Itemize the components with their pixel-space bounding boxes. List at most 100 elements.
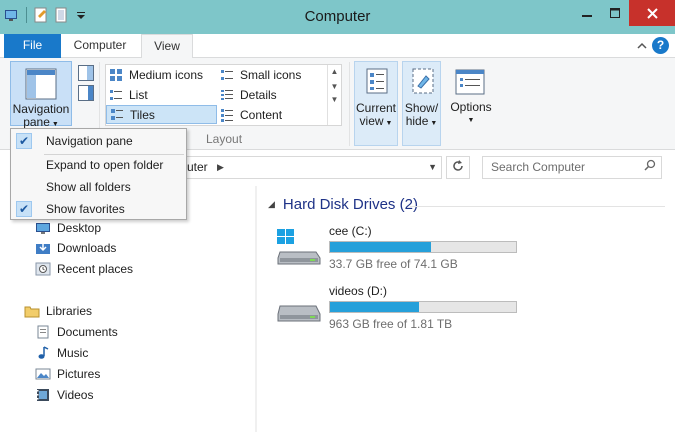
content-label: Content <box>240 107 283 122</box>
drive-tile[interactable]: cee (C:) 33.7 GB free of 74.1 GB <box>276 224 536 278</box>
gallery-expand-icon[interactable]: ▼ <box>328 95 341 104</box>
layout-tiles[interactable]: Tiles <box>106 105 217 124</box>
small-icons-icon <box>221 69 233 80</box>
nav-label-downloads: Downloads <box>57 241 117 255</box>
tiles-label: Tiles <box>130 107 155 122</box>
navigation-pane-menu: ✔ Navigation pane Expand to open folder … <box>10 128 187 220</box>
desktop-icon <box>36 223 50 234</box>
group-divider <box>410 206 665 207</box>
hard-drive-windows-icon <box>277 229 321 265</box>
close-button[interactable] <box>629 0 675 26</box>
options-label: Options ▼ <box>446 101 496 127</box>
content-icon <box>221 108 233 122</box>
documents-icon <box>37 325 49 339</box>
tab-view[interactable]: View <box>141 34 193 59</box>
maximize-button[interactable] <box>601 0 629 26</box>
address-path: uter <box>187 160 208 174</box>
libraries-icon <box>24 306 40 318</box>
nav-item-pictures[interactable]: Pictures <box>35 364 100 384</box>
minimize-button[interactable] <box>573 0 601 26</box>
menu-label-show-favorites: Show favorites <box>46 202 125 216</box>
checkmark-icon: ✔ <box>16 133 32 149</box>
menu-item-navigation-pane[interactable]: ✔ Navigation pane <box>11 130 186 152</box>
nav-item-desktop[interactable]: Desktop <box>35 218 101 238</box>
menu-item-show-favorites[interactable]: ✔ Show favorites <box>11 198 186 220</box>
gallery-up-arrow-icon[interactable]: ▲ <box>328 67 341 76</box>
details-label: Details <box>240 87 277 102</box>
show-hide-button[interactable]: Show/ hide ▼ <box>402 61 441 146</box>
layout-gallery: Medium icons Small icons List Details Ti… <box>105 64 342 126</box>
address-bar[interactable]: uter ▶ ▼ <box>186 156 442 179</box>
pictures-icon <box>35 368 51 380</box>
new-folder-icon[interactable] <box>53 7 69 23</box>
layout-group-label: Layout <box>206 132 243 146</box>
navigation-pane-button[interactable]: Navigation pane ▼ <box>10 61 72 129</box>
nav-item-recent-places[interactable]: Recent places <box>35 259 133 279</box>
show-hide-label: Show/ hide ▼ <box>403 102 440 130</box>
drive-name: cee (C:) <box>329 224 372 238</box>
options-line1: Options <box>450 100 492 114</box>
quick-access-toolbar <box>4 7 89 23</box>
hard-drive-icon <box>277 305 321 322</box>
tiles-icon <box>111 108 123 120</box>
layout-content[interactable]: Content <box>217 105 327 124</box>
nav-label-videos: Videos <box>57 388 94 402</box>
toolbar-separator <box>26 7 27 23</box>
search-icon[interactable] <box>644 157 656 178</box>
nav-item-downloads[interactable]: Downloads <box>35 238 116 258</box>
group-header[interactable]: ◢ Hard Disk Drives (2) <box>268 196 418 213</box>
nav-item-music[interactable]: Music <box>35 343 88 363</box>
minimize-ribbon-icon[interactable] <box>637 38 647 53</box>
content-area: ◢ Hard Disk Drives (2) cee (C:) 33.7 GB … <box>260 186 675 432</box>
current-view-line2: view ▼ <box>359 114 393 128</box>
menu-label-show-all-folders: Show all folders <box>46 180 131 194</box>
layout-gallery-scroll[interactable]: ▲ ▼ ▼ <box>327 65 341 125</box>
videos-icon <box>37 389 49 401</box>
nav-label-documents: Documents <box>57 325 118 339</box>
drive-free-space: 33.7 GB free of 74.1 GB <box>329 257 458 271</box>
nav-item-libraries[interactable]: Libraries <box>24 301 92 321</box>
medium-icons-label: Medium icons <box>129 67 204 82</box>
refresh-button[interactable] <box>446 156 470 179</box>
drive-usage-fill <box>330 242 432 252</box>
menu-item-expand-to-open-folder[interactable]: Expand to open folder <box>11 154 186 176</box>
gallery-down-arrow-icon[interactable]: ▼ <box>328 82 341 91</box>
nav-label-pictures: Pictures <box>57 367 101 381</box>
options-dropdown-icon: ▼ <box>467 117 475 124</box>
show-hide-line2-text: hide <box>405 114 429 128</box>
chevron-right-icon[interactable]: ▶ <box>217 157 224 178</box>
layout-details[interactable]: Details <box>217 85 327 104</box>
tab-computer[interactable]: Computer <box>64 34 136 58</box>
system-menu-icon[interactable] <box>4 7 20 23</box>
details-pane-icon[interactable] <box>76 84 96 102</box>
layout-list[interactable]: List <box>106 85 216 104</box>
nav-label-music: Music <box>57 346 89 360</box>
navigation-pane-label: Navigation pane ▼ <box>11 103 71 131</box>
drive-free-space: 963 GB free of 1.81 TB <box>329 317 453 331</box>
options-icon <box>455 69 485 95</box>
collapse-group-icon[interactable]: ◢ <box>268 199 275 210</box>
details-icon <box>221 89 233 100</box>
window-controls <box>573 0 675 26</box>
navigation-pane-line2-text: pane <box>23 115 50 129</box>
tab-file[interactable]: File <box>4 34 61 58</box>
search-input[interactable]: Search Computer <box>482 156 662 179</box>
navigation-pane: Desktop Downloads Recent places Librarie… <box>0 186 257 432</box>
navigation-pane-divider[interactable] <box>256 186 257 432</box>
current-view-button[interactable]: Current view ▼ <box>354 61 398 146</box>
nav-item-videos[interactable]: Videos <box>35 385 93 405</box>
list-label: List <box>129 87 148 102</box>
address-dropdown-icon[interactable]: ▼ <box>428 157 437 178</box>
properties-icon[interactable] <box>33 7 49 23</box>
list-icon <box>110 89 122 100</box>
options-button[interactable]: Options ▼ <box>446 61 496 146</box>
drive-tile[interactable]: videos (D:) 963 GB free of 1.81 TB <box>276 284 536 338</box>
preview-pane-icon[interactable] <box>76 64 96 82</box>
music-icon <box>38 346 49 359</box>
nav-item-documents[interactable]: Documents <box>35 322 118 342</box>
layout-medium-icons[interactable]: Medium icons <box>106 65 216 84</box>
help-icon[interactable]: ? <box>652 37 669 54</box>
menu-item-show-all-folders[interactable]: Show all folders <box>11 176 186 198</box>
customize-toolbar-icon[interactable] <box>73 7 89 23</box>
layout-small-icons[interactable]: Small icons <box>217 65 327 84</box>
